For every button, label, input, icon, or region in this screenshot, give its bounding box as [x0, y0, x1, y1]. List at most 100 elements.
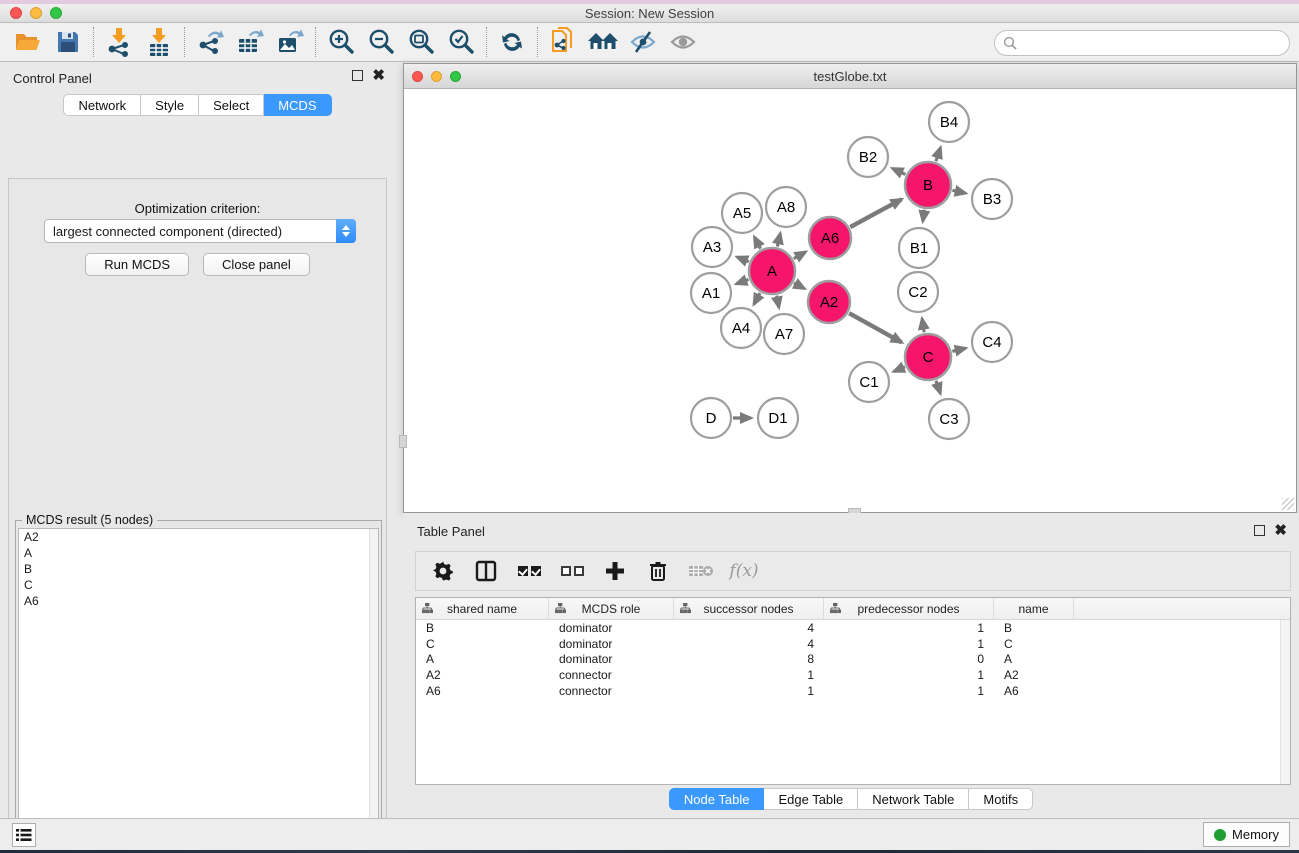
edge-B-B1[interactable] — [923, 210, 925, 222]
edge-A-A8[interactable] — [777, 233, 780, 246]
result-scrollbar[interactable] — [369, 529, 378, 853]
home-layout-icon[interactable] — [583, 25, 623, 59]
open-session-icon[interactable] — [8, 25, 48, 59]
save-session-icon[interactable] — [48, 25, 88, 59]
node-A2[interactable]: A2 — [808, 281, 850, 323]
splitter-grip-left[interactable] — [399, 435, 407, 448]
node-B[interactable]: B — [905, 162, 951, 208]
search-field[interactable] — [994, 30, 1290, 56]
node-D1[interactable]: D1 — [758, 398, 798, 438]
node-C1[interactable]: C1 — [849, 362, 889, 402]
window-resize-grip[interactable] — [1282, 498, 1294, 510]
table-row[interactable]: Adominator80A — [416, 652, 1280, 668]
node-A5[interactable]: A5 — [722, 193, 762, 233]
zoom-fit-icon[interactable] — [401, 25, 441, 59]
tab-motifs[interactable]: Motifs — [969, 788, 1033, 810]
mcds-result-item[interactable]: A6 — [19, 593, 378, 609]
mcds-result-list[interactable]: A2ABCA6 — [18, 528, 379, 853]
export-image-icon[interactable] — [270, 25, 310, 59]
table-settings-gear-icon[interactable] — [430, 558, 456, 584]
node-C3[interactable]: C3 — [929, 399, 969, 439]
edge-A-A3[interactable] — [737, 257, 749, 262]
table-row[interactable]: A2connector11A2 — [416, 667, 1280, 683]
close-panel-icon[interactable]: ✖ — [372, 70, 385, 81]
edge-C-C3[interactable] — [936, 381, 940, 394]
network-canvas[interactable]: B4B2BB3A5A8A6B1A3AC2A1A2A4A7C4CC1C3DD1 — [404, 89, 1296, 512]
edge-B-B4[interactable] — [936, 148, 941, 162]
network-maximize-button[interactable] — [450, 71, 461, 82]
select-all-checkboxes-icon[interactable] — [516, 558, 542, 584]
float-panel-icon[interactable] — [352, 70, 363, 81]
edge-A-A1[interactable] — [736, 279, 748, 283]
edge-A2-C[interactable] — [849, 313, 902, 342]
float-table-panel-icon[interactable] — [1254, 525, 1265, 536]
tab-style[interactable]: Style — [141, 94, 199, 116]
show-graphics-details-icon[interactable] — [663, 25, 703, 59]
tab-edge-table[interactable]: Edge Table — [764, 788, 858, 810]
node-B4[interactable]: B4 — [929, 102, 969, 142]
tab-mcds[interactable]: MCDS — [264, 94, 331, 116]
task-history-button[interactable] — [12, 823, 36, 847]
memory-button[interactable]: Memory — [1203, 822, 1290, 847]
node-A[interactable]: A — [749, 248, 795, 294]
edge-A-A5[interactable] — [754, 237, 760, 249]
node-A8[interactable]: A8 — [766, 187, 806, 227]
mcds-result-item[interactable]: B — [19, 561, 378, 577]
table-row[interactable]: Bdominator41B — [416, 620, 1280, 636]
node-C[interactable]: C — [905, 334, 951, 380]
node-A3[interactable]: A3 — [692, 227, 732, 267]
node-C4[interactable]: C4 — [972, 322, 1012, 362]
table-scrollbar[interactable] — [1280, 620, 1290, 784]
node-C2[interactable]: C2 — [898, 272, 938, 312]
mcds-result-item[interactable]: C — [19, 577, 378, 593]
zoom-in-icon[interactable] — [321, 25, 361, 59]
tab-select[interactable]: Select — [199, 94, 264, 116]
edge-A-A4[interactable] — [754, 293, 760, 304]
dropdown-stepper-icon[interactable] — [336, 219, 356, 243]
import-table-icon[interactable] — [139, 25, 179, 59]
edge-C-C2[interactable] — [922, 319, 924, 333]
node-A4[interactable]: A4 — [721, 308, 761, 348]
table-row[interactable]: A6connector11A6 — [416, 683, 1280, 699]
close-table-panel-icon[interactable]: ✖ — [1274, 525, 1287, 536]
edge-C-C1[interactable] — [894, 367, 905, 372]
export-table-icon[interactable] — [230, 25, 270, 59]
tab-network[interactable]: Network — [63, 94, 141, 116]
show-columns-icon[interactable] — [473, 558, 499, 584]
network-close-button[interactable] — [412, 71, 423, 82]
tab-network-table[interactable]: Network Table — [858, 788, 969, 810]
node-A7[interactable]: A7 — [764, 314, 804, 354]
network-from-file-icon[interactable] — [543, 25, 583, 59]
edge-B-B3[interactable] — [952, 190, 965, 193]
network-minimize-button[interactable] — [431, 71, 442, 82]
edge-B-B2[interactable] — [892, 168, 905, 174]
window-controls[interactable] — [10, 7, 62, 19]
close-panel-button[interactable]: Close panel — [203, 253, 310, 276]
table-header-row[interactable]: shared nameMCDS rolesuccessor nodesprede… — [416, 598, 1290, 620]
delete-column-icon[interactable] — [645, 558, 671, 584]
network-window-titlebar[interactable]: testGlobe.txt — [404, 64, 1296, 89]
node-B2[interactable]: B2 — [848, 137, 888, 177]
column-header-MCDS-role[interactable]: MCDS role — [549, 598, 674, 619]
edge-A-A2[interactable] — [794, 283, 804, 289]
export-network-icon[interactable] — [190, 25, 230, 59]
edge-C-C4[interactable] — [952, 348, 965, 351]
edge-A-A6[interactable] — [794, 252, 806, 259]
tab-node-table[interactable]: Node Table — [669, 788, 765, 810]
optimization-criterion-dropdown[interactable]: largest connected component (directed) — [44, 219, 356, 243]
search-input[interactable] — [1022, 36, 1289, 51]
run-mcds-button[interactable]: Run MCDS — [85, 253, 189, 276]
edge-A-A7[interactable] — [777, 296, 779, 308]
column-header-successor-nodes[interactable]: successor nodes — [674, 598, 824, 619]
maximize-window-button[interactable] — [50, 7, 62, 19]
mcds-result-item[interactable]: A — [19, 545, 378, 561]
node-B1[interactable]: B1 — [899, 228, 939, 268]
node-A1[interactable]: A1 — [691, 273, 731, 313]
hide-graphics-details-icon[interactable] — [623, 25, 663, 59]
table-row[interactable]: Cdominator41C — [416, 636, 1280, 652]
zoom-selected-icon[interactable] — [441, 25, 481, 59]
node-B3[interactable]: B3 — [972, 179, 1012, 219]
edge-A6-B[interactable] — [850, 199, 901, 227]
minimize-window-button[interactable] — [30, 7, 42, 19]
node-A6[interactable]: A6 — [809, 217, 851, 259]
